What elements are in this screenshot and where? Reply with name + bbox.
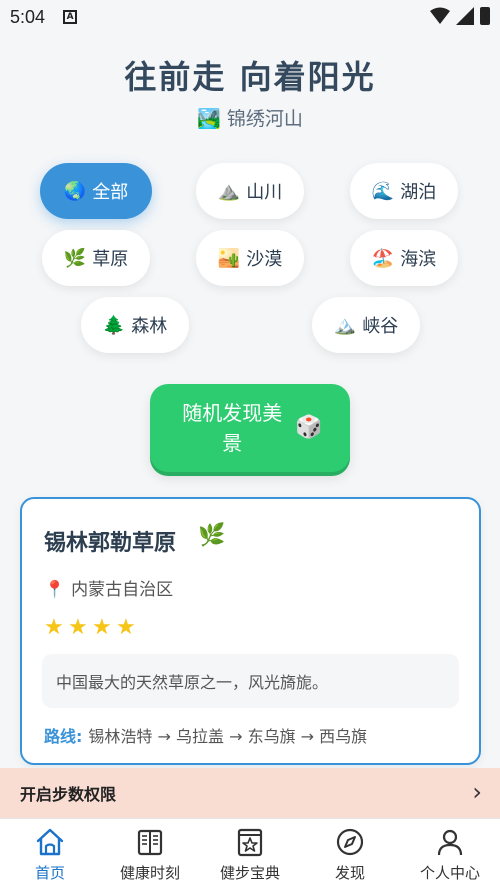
permission-text: 开启步数权限 <box>20 785 117 804</box>
random-discover-button[interactable]: 随机发现美景 🎲 <box>150 384 350 472</box>
bottom-tab-bar: 首页 健康时刻 健步宝典 发现 个人中心 <box>0 818 500 888</box>
star-book-icon <box>237 828 263 857</box>
category-label: 海滨 <box>400 249 437 270</box>
category-label: 湖泊 <box>400 182 437 203</box>
category-chip-desert[interactable]: 🏜️ 沙漠 <box>196 230 304 286</box>
tab-profile[interactable]: 个人中心 <box>400 819 500 888</box>
tab-home[interactable]: 首页 <box>0 819 100 888</box>
status-bar: 5:04 A <box>0 0 500 34</box>
wave-icon: 🌊 <box>371 180 395 202</box>
scenic-location: 📍 内蒙古自治区 <box>44 575 173 600</box>
snow-mountain-icon: 🏔️ <box>333 314 357 336</box>
rating-stars: ★ ★ ★ ★ <box>44 617 138 639</box>
tree-icon: 🌲 <box>102 314 126 336</box>
scenic-route: 路线: 锡林浩特 → 乌拉盖 → 东乌旗 → 西乌旗 <box>44 723 367 747</box>
wifi-icon <box>430 7 450 24</box>
subtitle-text: 锦绣河山 <box>226 108 303 130</box>
scenic-title: 锡林郭勒草原 <box>44 531 177 556</box>
category-label: 沙漠 <box>246 249 283 270</box>
category-label: 森林 <box>131 316 168 337</box>
category-label: 全部 <box>92 182 129 203</box>
page-subtitle: 🏞️ 锦绣河山 <box>0 104 500 131</box>
category-chip-beach[interactable]: 🏖️ 海滨 <box>350 230 458 286</box>
scenic-card[interactable]: 锡林郭勒草原 🌿 📍 内蒙古自治区 ★ ★ ★ ★ 中国最大的天然草原之一，风光旖旎。 … <box>20 497 481 765</box>
herb-icon: 🌿 <box>198 523 226 548</box>
tab-label: 发现 <box>334 864 365 882</box>
random-discover-label: 随机发现美景 <box>182 401 283 455</box>
route-label: 路线: <box>44 727 83 746</box>
category-label: 峡谷 <box>362 316 399 337</box>
star-icon: ★ <box>44 615 64 640</box>
tab-label: 健康时刻 <box>119 864 180 882</box>
home-icon <box>36 828 64 856</box>
notification-icon: A <box>63 10 78 24</box>
category-chip-lakes[interactable]: 🌊 湖泊 <box>350 163 458 219</box>
step-permission-banner[interactable]: 开启步数权限 › <box>0 768 500 818</box>
pin-icon: 📍 <box>44 580 66 600</box>
dice-icon: 🎲 <box>295 415 323 440</box>
page-title: 往前走 向着阳光 <box>124 58 376 96</box>
status-icons <box>430 7 490 25</box>
compass-icon <box>336 828 364 856</box>
category-chip-forest[interactable]: 🌲 森林 <box>81 297 189 353</box>
category-chip-mountains[interactable]: ⛰️ 山川 <box>196 163 304 219</box>
category-chip-grassland[interactable]: 🌿 草原 <box>42 230 150 286</box>
star-icon: ★ <box>68 615 88 640</box>
herb-icon: 🌿 <box>63 247 87 269</box>
category-chip-canyon[interactable]: 🏔️ 峡谷 <box>312 297 420 353</box>
star-icon: ★ <box>116 615 136 640</box>
category-label: 山川 <box>246 182 283 203</box>
status-time: 5:04 <box>10 6 46 27</box>
person-icon <box>437 829 463 856</box>
route-text: 锡林浩特 → 乌拉盖 → 东乌旗 → 西乌旗 <box>88 727 368 746</box>
star-icon: ★ <box>92 615 112 640</box>
book-icon <box>137 829 163 856</box>
tab-walking-guide[interactable]: 健步宝典 <box>200 819 300 888</box>
desert-icon: 🏜️ <box>217 247 241 269</box>
tab-label: 首页 <box>34 864 65 882</box>
location-text: 内蒙古自治区 <box>71 580 174 600</box>
tab-health-moment[interactable]: 健康时刻 <box>100 819 200 888</box>
beach-icon: 🏖️ <box>371 247 395 269</box>
signal-icon <box>456 7 474 25</box>
landscape-icon: 🏞️ <box>197 108 221 130</box>
tab-label: 个人中心 <box>419 864 480 882</box>
chevron-right-icon: › <box>472 778 482 806</box>
scenic-description: 中国最大的天然草原之一，风光旖旎。 <box>42 654 459 708</box>
category-label: 草原 <box>92 249 129 270</box>
globe-icon: 🌏 <box>63 180 87 202</box>
mountain-icon: ⛰️ <box>217 180 241 202</box>
tab-label: 健步宝典 <box>219 864 280 882</box>
tab-discover[interactable]: 发现 <box>300 819 400 888</box>
category-chip-all[interactable]: 🌏 全部 <box>40 163 152 219</box>
battery-icon <box>480 7 490 25</box>
